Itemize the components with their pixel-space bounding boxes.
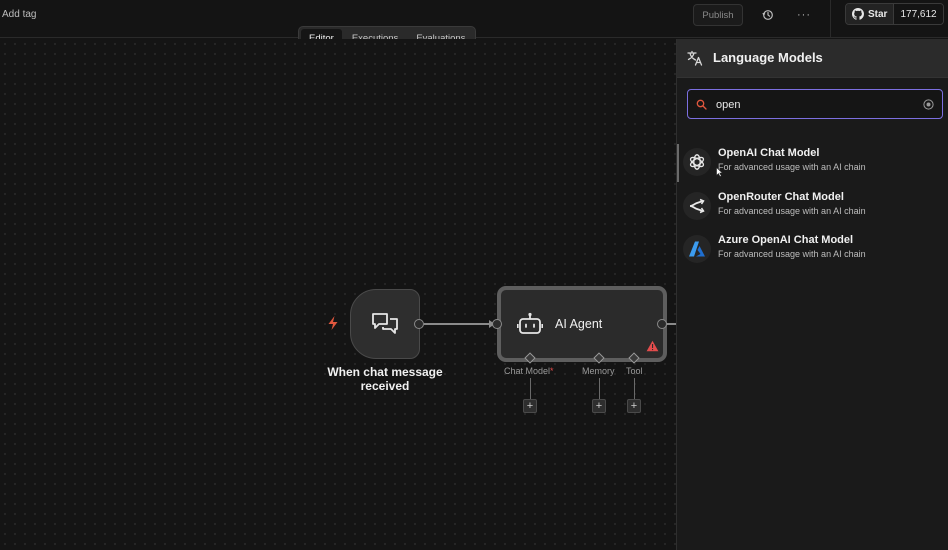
github-star-group[interactable]: Star 177,612 (845, 3, 944, 25)
model-description: For advanced usage with an AI chain (718, 249, 866, 259)
publish-button[interactable]: Publish (693, 4, 743, 26)
search-icon (696, 99, 707, 110)
add-memory-button[interactable]: + (592, 399, 606, 413)
github-star-button[interactable]: Star (846, 4, 895, 24)
model-description: For advanced usage with an AI chain (718, 162, 866, 172)
clear-search-icon[interactable] (923, 99, 934, 110)
node-creator-panel: Language Models OpenAI Chat Model For ad… (676, 39, 948, 550)
search-box[interactable] (687, 89, 943, 119)
memory-label: Memory (582, 366, 615, 376)
trigger-output-port[interactable] (414, 319, 424, 329)
chat-bubbles-icon (372, 313, 398, 334)
model-item-openai[interactable]: OpenAI Chat Model For advanced usage wit… (677, 142, 948, 184)
tool-line (634, 378, 635, 399)
openrouter-icon (683, 192, 711, 220)
agent-input-port[interactable] (492, 319, 502, 329)
ai-agent-node[interactable]: AI Agent (497, 286, 667, 362)
azure-icon (683, 235, 711, 263)
mouse-cursor-icon (716, 167, 723, 177)
agent-output-port[interactable] (657, 319, 667, 329)
chat-trigger-title: When chat message received (327, 365, 443, 393)
github-star-label: Star (868, 8, 888, 20)
history-button[interactable] (756, 4, 780, 26)
github-icon (852, 8, 864, 20)
add-tool-button[interactable]: + (627, 399, 641, 413)
more-options-button[interactable]: ··· (792, 4, 816, 26)
model-name: OpenRouter Chat Model (718, 191, 844, 203)
chat-trigger-node[interactable] (350, 289, 420, 359)
model-name: Azure OpenAI Chat Model (718, 234, 854, 246)
model-item-openrouter[interactable]: OpenRouter Chat Model For advanced usage… (677, 186, 948, 228)
model-name: OpenAI Chat Model (718, 147, 820, 159)
memory-line (599, 378, 600, 399)
github-star-count: 177,612 (894, 4, 943, 24)
add-tag-link[interactable]: Add tag (2, 9, 36, 20)
workflow-canvas[interactable]: When chat message received AI Agent Chat… (0, 39, 676, 550)
lightning-bolt-icon (328, 316, 338, 330)
translate-icon (687, 50, 703, 66)
panel-header: Language Models (677, 39, 948, 78)
tool-label: Tool (626, 366, 643, 376)
model-description: For advanced usage with an AI chain (718, 206, 866, 216)
robot-icon (517, 312, 543, 334)
topbar-divider (830, 0, 831, 38)
chat-model-line (530, 378, 531, 399)
chat-model-label: Chat Model* (504, 366, 554, 376)
add-chat-model-button[interactable]: + (523, 399, 537, 413)
search-input[interactable] (716, 96, 916, 114)
required-mark: * (550, 366, 554, 376)
panel-title: Language Models (713, 50, 823, 65)
openai-icon (683, 148, 711, 176)
connection-line[interactable] (424, 323, 491, 325)
ai-agent-title: AI Agent (555, 317, 603, 331)
warning-icon[interactable] (646, 340, 659, 352)
agent-output-line (667, 323, 676, 325)
history-icon (762, 10, 773, 20)
model-item-azure-openai[interactable]: Azure OpenAI Chat Model For advanced usa… (677, 229, 948, 271)
